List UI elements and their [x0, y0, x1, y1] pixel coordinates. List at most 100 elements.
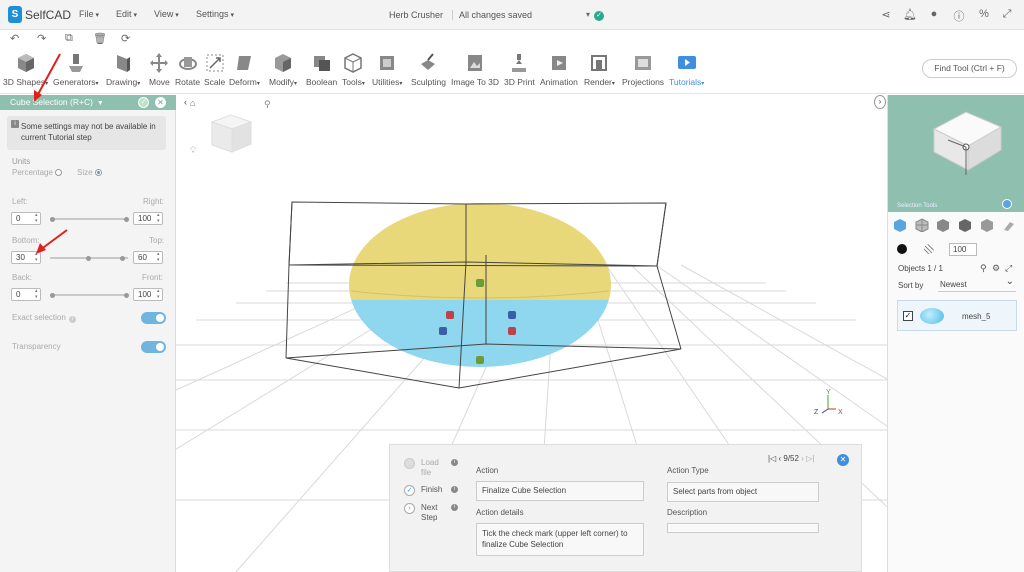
percent-icon[interactable]: % [977, 8, 991, 20]
undo-icon[interactable]: ↶ [10, 32, 19, 45]
tool-sculpting[interactable]: Sculpting [411, 52, 446, 87]
gear-icon[interactable]: ⚙ [992, 263, 1000, 274]
confirm-check-button[interactable]: ✓ [138, 97, 149, 108]
back-front-slider[interactable] [50, 292, 129, 298]
fullscreen-icon[interactable]: ⤢ [1000, 8, 1014, 21]
percentage-radio[interactable] [54, 169, 62, 177]
document-title[interactable]: Herb Crusher [389, 10, 443, 20]
panel-header[interactable]: Cube Selection (R+C) ▼ [0, 95, 176, 110]
slider-knob[interactable] [86, 255, 91, 261]
handle-left[interactable] [446, 311, 454, 319]
user-icon[interactable]: ● [927, 8, 941, 20]
home-icon[interactable]: ⌂ [190, 98, 195, 108]
slider-knob[interactable] [124, 292, 129, 298]
top-stepper[interactable]: 60 [133, 251, 163, 264]
slider-knob[interactable] [50, 216, 55, 222]
size-option[interactable]: Size [77, 168, 102, 177]
tool-utilities[interactable]: Utilities [372, 52, 402, 87]
handle-front[interactable] [439, 327, 447, 335]
right-stepper[interactable]: 100 [133, 212, 163, 225]
tool-image-to-3d[interactable]: Image To 3D [451, 52, 499, 87]
sort-select[interactable]: Newest [938, 275, 1016, 292]
edge-select-icon[interactable] [958, 218, 972, 232]
tool-deform[interactable]: Deform [229, 52, 260, 87]
collapse-panel-button[interactable]: › [874, 95, 886, 109]
handle-right[interactable] [508, 327, 516, 335]
info-icon[interactable]: i [451, 486, 458, 493]
close-button[interactable]: ✕ [155, 97, 166, 108]
menu-file[interactable]: File [79, 9, 99, 19]
reset-icon[interactable]: ⟳ [121, 32, 130, 45]
caret-down-icon[interactable]: ▼ [97, 100, 104, 107]
info-icon[interactable]: i [451, 459, 458, 466]
view-cube[interactable] [210, 114, 253, 153]
object-select-icon[interactable] [893, 218, 907, 232]
tutorial-note: i Some settings may not be available in … [7, 116, 166, 150]
tool-render[interactable]: Render [584, 52, 615, 87]
opacity-stepper[interactable]: 100 [949, 243, 977, 256]
left-stepper[interactable]: 0 [11, 212, 41, 225]
handle-top[interactable] [476, 279, 484, 287]
expand-icon[interactable]: ⤢ [1005, 263, 1012, 274]
color-swatch[interactable] [897, 244, 907, 254]
paint-select-icon[interactable] [1002, 218, 1016, 232]
first-step-icon[interactable]: |◁ [768, 454, 776, 463]
left-right-slider[interactable] [50, 216, 129, 222]
light-bulb-icon[interactable]: 💡︎ [190, 145, 197, 155]
menu-settings[interactable]: Settings [196, 9, 234, 19]
info-icon[interactable]: ⓘ [952, 8, 966, 24]
chevron-down-icon[interactable]: ▾ [586, 10, 590, 19]
selection-dot-button[interactable] [1002, 199, 1012, 209]
vertex-select-icon[interactable] [980, 218, 994, 232]
tool-modify[interactable]: Modify [269, 52, 297, 87]
menu-view[interactable]: View [154, 9, 179, 19]
slider-knob[interactable] [120, 255, 125, 261]
chevron-left-icon[interactable]: ‹ [184, 97, 187, 107]
menu-edit[interactable]: Edit [116, 9, 137, 19]
handle-back[interactable] [508, 311, 516, 319]
step-next[interactable]: Next Step [421, 503, 443, 523]
tool-tools[interactable]: Tools [342, 52, 365, 87]
notification-bell-icon[interactable]: 🔔︎ [903, 8, 917, 21]
transparency-toggle[interactable] [141, 341, 166, 353]
object-visibility-checkbox[interactable]: ✓ [903, 311, 913, 321]
percentage-option[interactable]: Percentage [12, 168, 62, 177]
texture-swatch[interactable] [924, 244, 934, 254]
action-details-field: Tick the check mark (upper left corner) … [476, 523, 644, 556]
tool-tutorials[interactable]: Tutorials [669, 52, 704, 87]
polygon-select-icon[interactable] [936, 218, 950, 232]
redo-icon[interactable]: ↷ [37, 32, 46, 45]
info-icon[interactable]: i [451, 504, 458, 511]
trash-icon[interactable]: 🗑︎ [93, 32, 107, 45]
exact-selection-toggle[interactable] [141, 312, 166, 324]
tool-rotate[interactable]: Rotate [175, 52, 200, 87]
tool-3d-print[interactable]: 3D Print [504, 52, 535, 87]
info-icon[interactable]: i [68, 316, 76, 323]
prev-step-icon[interactable]: ‹ [778, 454, 781, 463]
tool-projections[interactable]: Projections [622, 52, 664, 87]
object-list-item[interactable]: ✓ mesh_5 [897, 300, 1017, 331]
next-step-icon[interactable]: › [404, 503, 415, 514]
back-stepper[interactable]: 0 [11, 288, 41, 301]
mini-view-cube[interactable]: Selection Tools [888, 95, 1024, 212]
camera-light-icon[interactable]: ⚲ [264, 99, 271, 109]
front-stepper[interactable]: 100 [133, 288, 163, 301]
tool-boolean[interactable]: Boolean [306, 52, 337, 87]
tool-scale[interactable]: Scale [204, 52, 225, 87]
handle-bottom[interactable] [476, 356, 484, 364]
find-tool-button[interactable]: Find Tool (Ctrl + F) [922, 59, 1017, 78]
search-icon[interactable]: ⚲ [980, 263, 987, 274]
last-step-icon[interactable]: ▷| [806, 454, 814, 463]
copy-icon[interactable]: ⧉ [65, 32, 73, 45]
size-radio[interactable] [94, 169, 102, 177]
tool-animation[interactable]: Animation [540, 52, 578, 87]
selfcad-logo[interactable]: S SelfCAD [8, 6, 71, 23]
tool-move[interactable]: Move [149, 52, 170, 87]
tool-drawing[interactable]: Drawing [106, 52, 140, 87]
slider-knob[interactable] [50, 292, 55, 298]
next-step-icon[interactable]: › [801, 454, 804, 463]
share-icon[interactable]: ⋖ [879, 8, 893, 21]
slider-knob[interactable] [124, 216, 129, 222]
close-tutorial-button[interactable]: ✕ [837, 454, 849, 466]
face-select-icon[interactable] [915, 218, 929, 232]
